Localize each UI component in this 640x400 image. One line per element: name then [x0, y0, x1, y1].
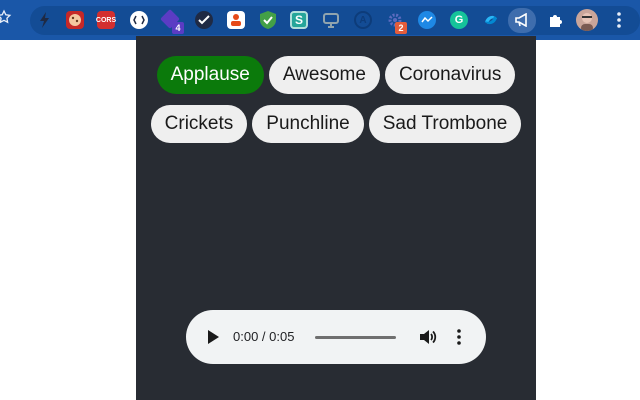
audio-seek-slider[interactable]	[315, 336, 396, 339]
cors-extension-icon[interactable]: CORS	[96, 11, 116, 29]
extension-popup: Applause Awesome Coronavirus Crickets Pu…	[136, 36, 536, 400]
brackets-extension-icon[interactable]	[130, 11, 148, 29]
volume-icon[interactable]	[418, 327, 438, 347]
gear-extension-badge: 2	[395, 22, 407, 34]
profile-avatar[interactable]	[576, 9, 598, 31]
s-extension-icon[interactable]: S	[290, 11, 308, 29]
swirl-extension-icon[interactable]	[482, 11, 500, 29]
bookmark-star-icon[interactable]	[0, 9, 12, 25]
sound-button-sad-trombone[interactable]: Sad Trombone	[368, 105, 522, 143]
audio-more-options-icon[interactable]	[456, 328, 462, 346]
check-extension-icon[interactable]	[195, 11, 213, 29]
play-icon[interactable]	[206, 329, 220, 345]
a-circle-extension-icon[interactable]: A	[354, 11, 372, 29]
sound-button-applause[interactable]: Applause	[156, 56, 264, 94]
puzzle-extension-icon[interactable]	[546, 11, 564, 29]
cookie-extension-icon[interactable]	[66, 11, 84, 29]
sound-button-coronavirus[interactable]: Coronavirus	[384, 56, 516, 94]
audio-time: 0:00 / 0:05	[233, 329, 295, 344]
people-extension-icon[interactable]	[227, 11, 245, 29]
audio-player: 0:00 / 0:05	[186, 310, 486, 364]
sound-button-punchline[interactable]: Punchline	[252, 105, 364, 143]
messenger-extension-icon[interactable]	[418, 11, 436, 29]
cube-extension-badge: 4	[172, 22, 184, 34]
lightning-extension-icon[interactable]	[36, 11, 54, 29]
megaphone-extension-icon[interactable]	[513, 11, 531, 29]
shield-check-extension-icon[interactable]	[259, 11, 277, 29]
sound-button-awesome[interactable]: Awesome	[268, 56, 380, 94]
sound-button-grid: Applause Awesome Coronavirus Crickets Pu…	[136, 56, 536, 143]
browser-menu-icon[interactable]	[616, 11, 622, 29]
grammarly-extension-icon[interactable]: G	[450, 11, 468, 29]
monitor-extension-icon[interactable]	[322, 11, 340, 29]
sound-button-crickets[interactable]: Crickets	[150, 105, 248, 143]
browser-toolbar: CORS 4 S A 2 G	[0, 0, 640, 40]
